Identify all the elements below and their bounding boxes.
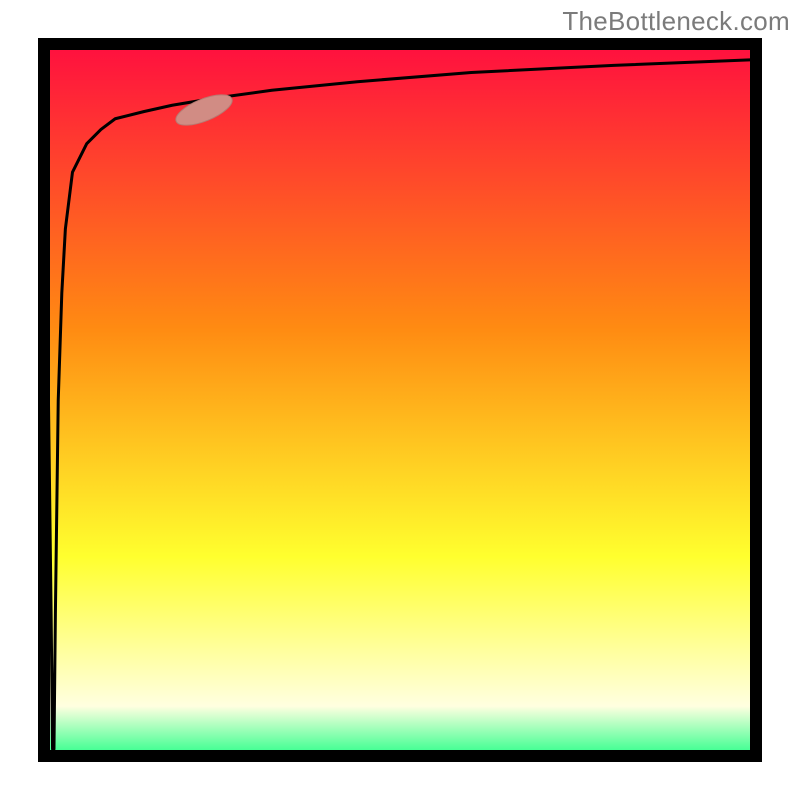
plot-background	[44, 44, 756, 756]
chart-svg	[0, 0, 800, 800]
attribution-label: TheBottleneck.com	[562, 6, 790, 37]
chart-stage: TheBottleneck.com	[0, 0, 800, 800]
